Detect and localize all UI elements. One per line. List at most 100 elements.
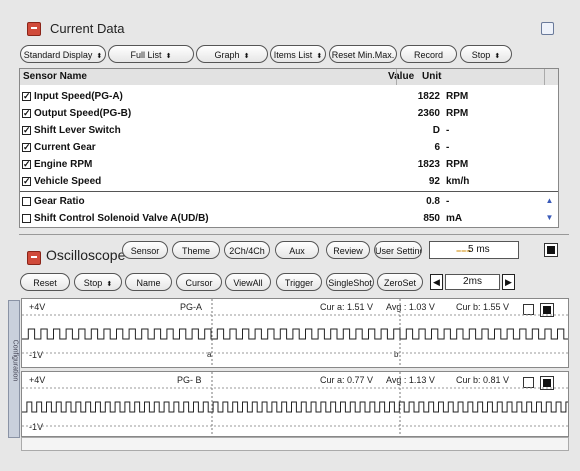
record-button[interactable]: Record [400, 45, 457, 63]
row-unit: RPM [446, 108, 469, 119]
table-row[interactable]: Vehicle Speed 92 km/h [22, 173, 544, 190]
channel-1-waveform [22, 299, 568, 367]
col-sensor-name: Sensor Name [23, 71, 87, 82]
app-window: Current Data Standard Display ⬍ Full List… [0, 0, 580, 471]
col-value: Value [388, 71, 415, 82]
table-row[interactable]: Current Gear 6- [22, 139, 544, 156]
row-checkbox[interactable] [22, 214, 31, 223]
full-list-label: Full List [130, 50, 162, 60]
row-checkbox[interactable] [22, 105, 31, 122]
row-unit: - [446, 142, 450, 153]
table-row[interactable]: Shift Lever Switch D- [22, 122, 544, 139]
channel-1-panel: +4V PG-A Cur a: 1.51 V Avg : 1.03 V Cur … [21, 298, 569, 368]
row-checkbox[interactable] [22, 139, 31, 156]
row-value: 0.8 [426, 196, 440, 207]
row-value: 6 [434, 142, 440, 153]
reset-min-max-button[interactable]: Reset Min.Max. [329, 45, 397, 63]
timebase-field[interactable]: 2ms [445, 274, 500, 290]
row-sensor-name: Current Gear [34, 142, 96, 153]
channel-mode-button[interactable]: 2Ch/4Ch [224, 241, 270, 259]
row-sensor-name: Output Speed(PG-B) [34, 108, 132, 119]
aux-button[interactable]: Aux [275, 241, 319, 259]
row-sensor-name: Engine RPM [34, 159, 93, 170]
row-value: 1822 [417, 91, 440, 102]
configuration-tab[interactable]: Configuration [8, 300, 20, 438]
stop-label: Stop [83, 278, 103, 288]
col-unit: Unit [422, 71, 442, 82]
row-value: 1823 [417, 159, 440, 170]
row-sensor-name: Vehicle Speed [34, 176, 102, 187]
full-list-dropdown[interactable]: Full List ⬍ [108, 45, 194, 63]
row-checkbox[interactable] [22, 173, 31, 190]
column-divider [544, 69, 545, 85]
row-value: 92 [428, 176, 440, 187]
standard-display-label: Standard Display [23, 50, 93, 60]
row-sensor-name: Shift Lever Switch [34, 125, 121, 136]
row-checkbox[interactable] [22, 88, 31, 105]
theme-button[interactable]: Theme [172, 241, 220, 259]
timebase-display: ⩶ 5 ms [429, 241, 519, 259]
row-sensor-name: Shift Control Solenoid Valve A(UD/B) [34, 213, 209, 224]
timebase-next-icon[interactable]: ▶ [502, 274, 515, 290]
graph-dropdown[interactable]: Graph ⬍ [196, 45, 268, 63]
table-header: Sensor Name Value Unit [20, 69, 558, 85]
row-value: 2360 [417, 108, 440, 119]
dropdown-arrow-icon: ⬍ [165, 53, 172, 60]
trigger-button[interactable]: Trigger [276, 273, 322, 291]
row-unit: RPM [446, 159, 469, 170]
scroll-up-icon[interactable]: ▲ [545, 196, 554, 205]
horizontal-scrollbar[interactable] [21, 437, 569, 451]
scroll-down-icon[interactable]: ▼ [545, 213, 554, 222]
row-unit: mA [446, 213, 463, 224]
row-checkbox[interactable] [22, 197, 31, 206]
items-list-label: Items List [273, 50, 313, 60]
user-setting-button[interactable]: User Setting [374, 241, 422, 259]
oscilloscope-title: Oscilloscope [46, 247, 126, 263]
section-divider [19, 234, 569, 235]
single-shot-button[interactable]: SingleShot [326, 273, 374, 291]
table-row[interactable]: Input Speed(PG-A) 1822 RPM [22, 88, 544, 105]
current-data-title: Current Data [50, 21, 125, 36]
row-unit: RPM [446, 91, 469, 102]
row-sensor-name: Input Speed(PG-A) [34, 91, 123, 102]
zero-set-button[interactable]: ZeroSet [377, 273, 423, 291]
table-row[interactable]: Gear Ratio 0.8- [22, 193, 544, 210]
collapse-icon[interactable] [27, 251, 41, 265]
collapse-icon[interactable] [27, 22, 41, 36]
dropdown-arrow-icon: ⬍ [106, 281, 113, 288]
table-row[interactable]: Engine RPM 1823 RPM [22, 156, 544, 173]
dropdown-arrow-icon: ⬍ [494, 53, 501, 60]
sensor-button[interactable]: Sensor [122, 241, 168, 259]
standard-display-dropdown[interactable]: Standard Display ⬍ [20, 45, 106, 63]
row-unit: - [446, 196, 450, 207]
row-unit: km/h [446, 176, 470, 187]
name-button[interactable]: Name [125, 273, 172, 291]
stop-label: Stop [471, 50, 491, 60]
row-sensor-name: Gear Ratio [34, 196, 85, 207]
timebase-display-value: 5 ms [468, 244, 490, 255]
items-list-dropdown[interactable]: Items List ⬍ [270, 45, 326, 63]
column-divider [396, 69, 397, 85]
graph-label: Graph [214, 50, 240, 60]
configuration-tab-label: Configuration [11, 339, 19, 382]
channel-2-panel: +4V PG- B Cur a: 0.77 V Avg : 1.13 V Cur… [21, 371, 569, 437]
table-row[interactable]: Output Speed(PG-B) 2360 RPM [22, 105, 544, 122]
reset-button[interactable]: Reset [20, 273, 70, 291]
review-button[interactable]: Review [326, 241, 370, 259]
table-row[interactable]: Shift Control Solenoid Valve A(UD/B) 850 m… [22, 210, 544, 227]
view-all-button[interactable]: ViewAll [225, 273, 271, 291]
stop-capture-icon[interactable] [544, 243, 558, 257]
dropdown-arrow-icon: ⬍ [316, 53, 323, 60]
row-checkbox[interactable] [22, 156, 31, 173]
cursor-button[interactable]: Cursor [176, 273, 222, 291]
window-toggle-icon[interactable] [541, 22, 554, 35]
dropdown-arrow-icon: ⬍ [243, 53, 250, 60]
stop-dropdown[interactable]: Stop ⬍ [460, 45, 512, 63]
divider [20, 191, 558, 192]
stop-dropdown[interactable]: Stop ⬍ [74, 273, 122, 291]
timebase-prev-icon[interactable]: ◀ [430, 274, 443, 290]
row-checkbox[interactable] [22, 122, 31, 139]
row-value: 850 [423, 213, 440, 224]
dropdown-arrow-icon: ⬍ [96, 53, 103, 60]
row-unit: - [446, 125, 450, 136]
